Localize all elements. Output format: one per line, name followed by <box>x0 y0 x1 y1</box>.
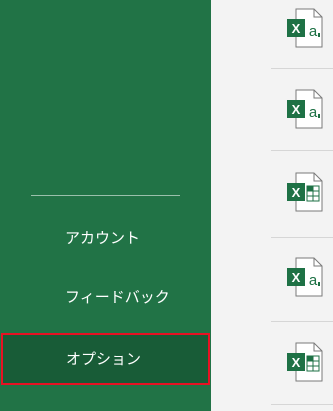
excel-workbook-icon: X <box>287 342 323 382</box>
nav-item-account[interactable]: アカウント <box>0 216 211 260</box>
recent-file-row[interactable]: X <box>211 162 333 222</box>
recent-file-row[interactable]: X a <box>211 80 333 140</box>
nav-item-options-label: オプション <box>66 350 142 368</box>
recent-file-row[interactable]: X <box>211 332 333 392</box>
nav-item-feedback-label: フィードバック <box>65 288 170 306</box>
svg-text:X: X <box>292 102 301 117</box>
nav-item-options[interactable]: オプション <box>1 333 210 385</box>
row-separator <box>271 237 333 238</box>
row-separator <box>271 150 333 151</box>
row-separator <box>271 68 333 69</box>
row-separator <box>271 321 333 322</box>
svg-text:X: X <box>292 355 301 370</box>
row-separator <box>271 404 333 405</box>
excel-template-icon: X a <box>287 8 323 48</box>
svg-text:X: X <box>292 185 301 200</box>
excel-template-icon: X a <box>287 89 323 129</box>
svg-text:X: X <box>292 270 301 285</box>
nav-divider <box>31 195 180 196</box>
excel-backstage-view: アカウント フィードバック オプション X a X a X X a X <box>0 0 333 411</box>
recent-file-row[interactable]: X a <box>211 248 333 308</box>
svg-text:X: X <box>292 21 301 36</box>
nav-item-feedback[interactable]: フィードバック <box>0 275 211 319</box>
svg-text:a: a <box>309 272 318 289</box>
nav-item-account-label: アカウント <box>65 229 141 247</box>
svg-text:a: a <box>309 104 318 121</box>
backstage-nav-pane: アカウント フィードバック オプション <box>0 0 211 411</box>
svg-text:a: a <box>309 23 318 40</box>
recent-files-list: X a X a X X a X <box>211 0 333 411</box>
excel-workbook-icon: X <box>287 172 323 212</box>
recent-file-row[interactable]: X a <box>211 0 333 60</box>
excel-template-icon: X a <box>287 257 323 297</box>
